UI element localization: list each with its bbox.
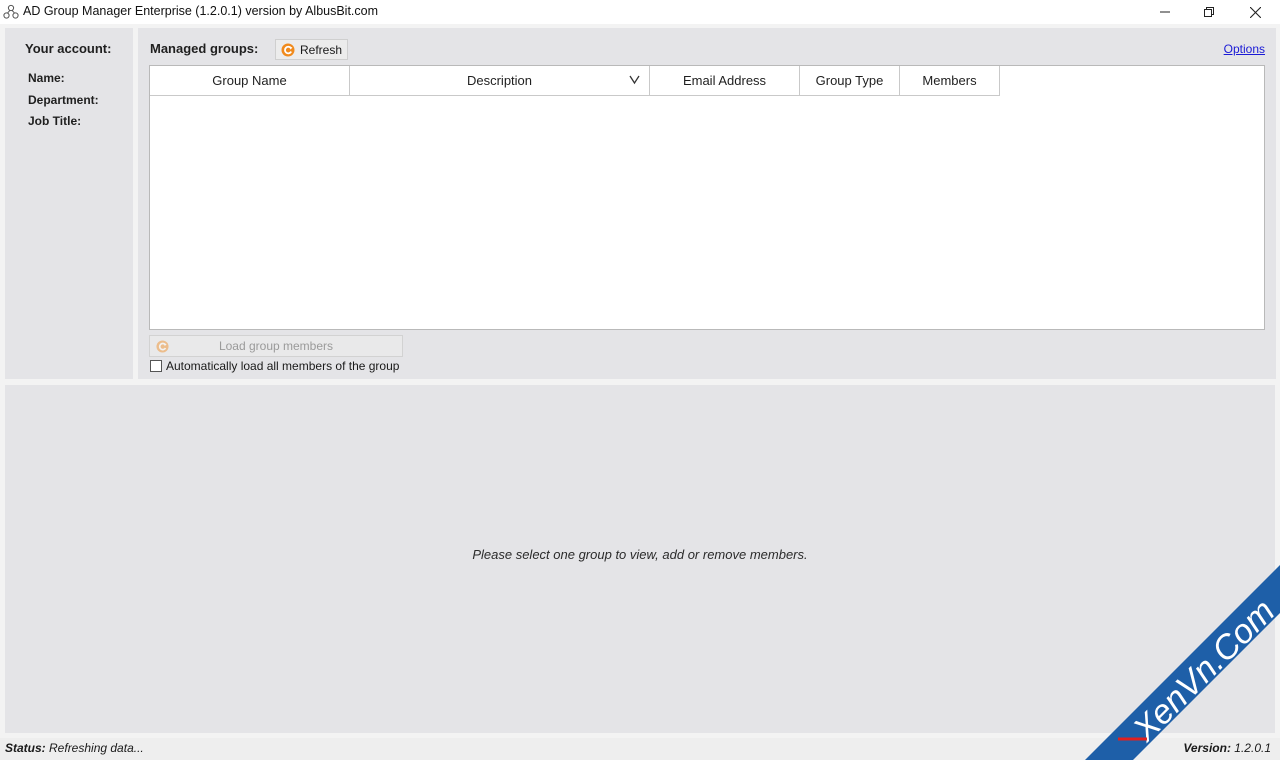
version-value: 1.2.0.1	[1234, 741, 1271, 755]
column-header-group-name[interactable]: Group Name	[150, 66, 350, 96]
minimize-button[interactable]	[1142, 0, 1188, 24]
version-text: Version: 1.2.0.1	[1183, 741, 1271, 755]
column-label: Group Type	[815, 73, 884, 88]
status-label: Status:	[5, 741, 46, 755]
account-panel: Your account: Name: Department: Job Titl…	[5, 28, 133, 379]
column-header-email[interactable]: Email Address	[650, 66, 800, 96]
refresh-icon	[281, 43, 295, 56]
checkbox-box[interactable]	[150, 360, 162, 372]
load-group-members-button[interactable]: Load group members	[149, 335, 403, 357]
account-department-label: Department:	[28, 93, 99, 107]
column-label: Members	[922, 73, 977, 88]
select-group-message: Please select one group to view, add or …	[472, 547, 808, 562]
minimize-icon	[1160, 11, 1170, 13]
refresh-button[interactable]: Refresh	[275, 39, 348, 60]
restore-button[interactable]	[1186, 0, 1232, 24]
account-name-label: Name:	[28, 71, 65, 85]
options-link[interactable]: Options	[1224, 42, 1265, 56]
close-icon	[1249, 6, 1261, 18]
load-group-members-label: Load group members	[218, 339, 334, 353]
refresh-label: Refresh	[300, 42, 343, 57]
app-network-icon	[3, 4, 19, 19]
window-title: AD Group Manager Enterprise (1.2.0.1) ve…	[23, 4, 379, 18]
column-header-description[interactable]: Description	[350, 66, 650, 96]
restore-icon	[1204, 7, 1214, 17]
auto-load-checkbox[interactable]: Automatically load all members of the gr…	[150, 359, 399, 373]
status-text: Status: Refreshing data...	[5, 741, 144, 755]
managed-groups-panel: Managed groups: Refresh Options Group Na…	[138, 28, 1276, 379]
auto-load-label: Automatically load all members of the gr…	[166, 359, 400, 373]
group-members-panel: Please select one group to view, add or …	[5, 385, 1275, 733]
account-title: Your account:	[25, 41, 112, 56]
grid-header: Group Name Description Email Address Gro…	[150, 66, 1000, 96]
managed-groups-title: Managed groups:	[150, 41, 259, 56]
close-button[interactable]	[1232, 0, 1278, 24]
version-label: Version:	[1183, 741, 1231, 755]
account-jobtitle-label: Job Title:	[28, 114, 82, 128]
column-label: Group Name	[212, 73, 287, 88]
refresh-icon	[156, 340, 169, 353]
status-value: Refreshing data...	[49, 741, 144, 755]
title-bar: AD Group Manager Enterprise (1.2.0.1) ve…	[0, 0, 1280, 24]
chevron-down-icon	[629, 75, 640, 85]
groups-grid[interactable]: Group Name Description Email Address Gro…	[149, 65, 1265, 330]
column-label: Description	[466, 73, 533, 88]
column-header-group-type[interactable]: Group Type	[800, 66, 900, 96]
column-label: Email Address	[682, 73, 767, 88]
column-header-members[interactable]: Members	[900, 66, 1000, 96]
status-bar: Status: Refreshing data... Version: 1.2.…	[0, 738, 1280, 760]
